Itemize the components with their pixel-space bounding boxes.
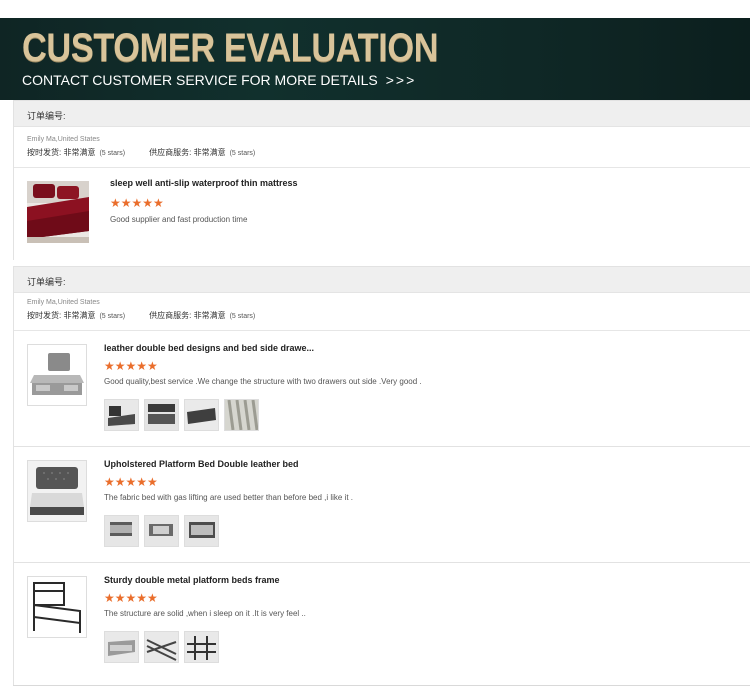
- product-image[interactable]: [27, 344, 87, 406]
- rating-stars: ★★★★★: [104, 591, 158, 605]
- review-photo[interactable]: [104, 631, 139, 663]
- customer-name: Emily Ma,United States: [27, 299, 100, 306]
- product-image[interactable]: [27, 576, 87, 638]
- review-meta: Emily Ma,United States 按时发货: 非常满意 (5 star…: [14, 127, 750, 158]
- review-photo[interactable]: [104, 515, 139, 547]
- arrows-icon: >>>: [385, 72, 417, 88]
- customer-name: Emily Ma,United States: [27, 136, 100, 143]
- rating-line: 按时发货: 非常满意 (5 stars) 供应商服务: 非常满意 (5 stars): [27, 310, 750, 321]
- order-number-header: 订单编号:: [14, 101, 750, 127]
- order-number-header: 订单编号:: [14, 267, 750, 293]
- review-item: Sturdy double metal platform beds frame …: [14, 563, 750, 679]
- review-photo-gallery: [104, 399, 259, 431]
- supplier-rating-stars: (5 stars): [229, 150, 256, 157]
- review-card: 订单编号: Emily Ma,United States 按时发货: 非常满意(…: [13, 266, 750, 686]
- review-text: Good quality,best service .We change the…: [104, 377, 422, 386]
- review-text: The structure are solid ,when i sleep on…: [104, 609, 306, 618]
- review-text: The fabric bed with gas lifting are used…: [104, 493, 354, 502]
- supplier-rating-stars: (5 stars): [229, 313, 256, 320]
- rating-stars: ★★★★★: [110, 196, 164, 210]
- review-card: 订单编号: Emily Ma,United States 按时发货: 非常满意(…: [13, 100, 750, 260]
- product-image[interactable]: [27, 460, 87, 522]
- supplier-rating-label: 供应商服务: 非常满意: [149, 311, 226, 320]
- product-title[interactable]: sleep well anti-slip waterproof thin mat…: [110, 178, 298, 188]
- rating-line: 按时发货: 非常满意 (5 stars) 供应商服务: 非常满意 (5 stars): [27, 147, 750, 158]
- customer-evaluation-banner: CUSTOMER EVALUATION CONTACT CUSTOMER SER…: [0, 18, 750, 100]
- banner-subtitle[interactable]: CONTACT CUSTOMER SERVICE FOR MORE DETAIL…: [22, 72, 416, 88]
- rating-stars: ★★★★★: [104, 359, 158, 373]
- rating-stars: ★★★★★: [104, 475, 158, 489]
- review-text: Good supplier and fast production time: [110, 215, 248, 224]
- review-photo[interactable]: [184, 515, 219, 547]
- banner-title: CUSTOMER EVALUATION: [22, 26, 439, 70]
- supplier-rating-label: 供应商服务: 非常满意: [149, 148, 226, 157]
- delivery-rating-label: 按时发货: 非常满意: [27, 148, 96, 157]
- divider: [13, 685, 750, 686]
- review-item: leather double bed designs and bed side …: [14, 331, 750, 447]
- review-item: Upholstered Platform Bed Double leather …: [14, 447, 750, 563]
- review-photo[interactable]: [184, 399, 219, 431]
- review-photo[interactable]: [184, 631, 219, 663]
- product-title[interactable]: leather double bed designs and bed side …: [104, 343, 314, 353]
- review-photo[interactable]: [104, 399, 139, 431]
- delivery-rating-stars: (5 stars): [99, 313, 126, 320]
- review-photo-gallery: [104, 631, 219, 663]
- product-title[interactable]: Sturdy double metal platform beds frame: [104, 575, 280, 585]
- review-photo[interactable]: [144, 515, 179, 547]
- review-item: sleep well anti-slip waterproof thin mat…: [14, 168, 750, 258]
- review-photo[interactable]: [144, 399, 179, 431]
- review-photo[interactable]: [144, 631, 179, 663]
- review-photo[interactable]: [224, 399, 259, 431]
- review-photo-gallery: [104, 515, 219, 547]
- product-title[interactable]: Upholstered Platform Bed Double leather …: [104, 459, 299, 469]
- delivery-rating-stars: (5 stars): [99, 150, 126, 157]
- review-meta: Emily Ma,United States 按时发货: 非常满意 (5 star…: [14, 293, 750, 321]
- banner-subtitle-text: CONTACT CUSTOMER SERVICE FOR MORE DETAIL…: [22, 72, 378, 88]
- delivery-rating-label: 按时发货: 非常满意: [27, 311, 96, 320]
- product-image[interactable]: [27, 181, 89, 243]
